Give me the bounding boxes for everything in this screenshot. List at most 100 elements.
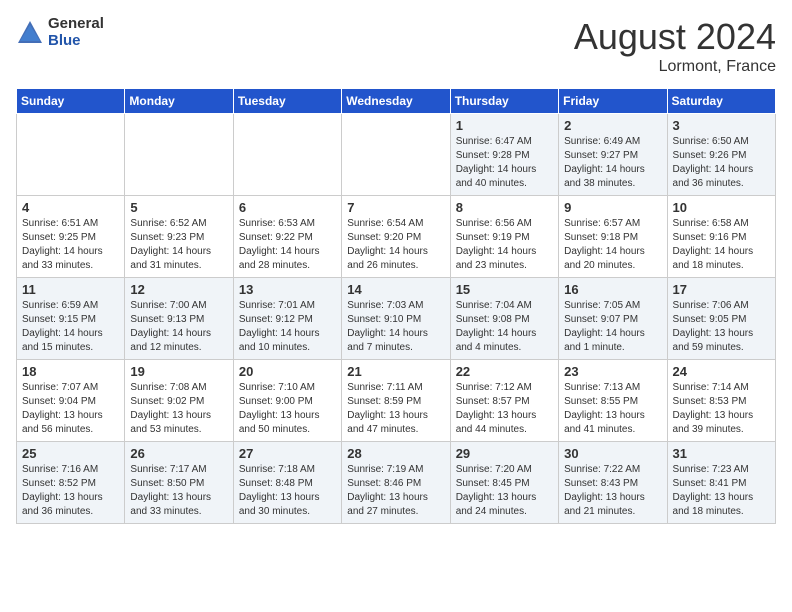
calendar-table: SundayMondayTuesdayWednesdayThursdayFrid… — [16, 88, 776, 524]
calendar-cell: 13 Sunrise: 7:01 AM Sunset: 9:12 PM Dayli… — [233, 278, 341, 360]
day-number: 7 — [347, 200, 444, 215]
day-number: 29 — [456, 446, 553, 461]
day-header-thursday: Thursday — [450, 89, 558, 114]
calendar-cell: 22Sunrise: 7:12 AM Sunset: 8:57 PM Dayli… — [450, 360, 558, 442]
day-number: 30 — [564, 446, 661, 461]
day-number: 2 — [564, 118, 661, 133]
calendar-cell: 4 Sunrise: 6:51 AM Sunset: 9:25 PM Daylig… — [17, 196, 125, 278]
day-info: Sunrise: 6:56 AM Sunset: 9:19 PM Dayligh… — [456, 217, 553, 273]
day-info: Sunrise: 6:57 AM Sunset: 9:18 PM Dayligh… — [564, 217, 661, 273]
day-info: Sunrise: 6:52 AM Sunset: 9:23 PM Dayligh… — [130, 217, 227, 273]
day-number: 9 — [564, 200, 661, 215]
calendar-cell: 31Sunrise: 7:23 AM Sunset: 8:41 PM Dayli… — [667, 442, 775, 524]
calendar-cell — [233, 114, 341, 196]
day-number: 19 — [130, 364, 227, 379]
day-number: 16 — [564, 282, 661, 297]
day-number: 4 — [22, 200, 119, 215]
week-row-5: 25 Sunrise: 7:16 AM Sunset: 8:52 PM Dayli… — [17, 442, 776, 524]
header-row: SundayMondayTuesdayWednesdayThursdayFrid… — [17, 89, 776, 114]
day-info: Sunrise: 7:16 AM Sunset: 8:52 PM Dayligh… — [22, 463, 119, 519]
day-number: 12 — [130, 282, 227, 297]
day-info: Sunrise: 7:01 AM Sunset: 9:12 PM Dayligh… — [239, 299, 336, 355]
day-number: 26 — [130, 446, 227, 461]
day-number: 1 — [456, 118, 553, 133]
calendar-cell: 7 Sunrise: 6:54 AM Sunset: 9:20 PM Daylig… — [342, 196, 450, 278]
day-number: 18 — [22, 364, 119, 379]
day-header-sunday: Sunday — [17, 89, 125, 114]
day-number: 13 — [239, 282, 336, 297]
day-number: 21 — [347, 364, 444, 379]
calendar-cell: 17 Sunrise: 7:06 AM Sunset: 9:05 PM Dayli… — [667, 278, 775, 360]
day-info: Sunrise: 7:04 AM Sunset: 9:08 PM Dayligh… — [456, 299, 553, 355]
calendar-cell: 25 Sunrise: 7:16 AM Sunset: 8:52 PM Dayli… — [17, 442, 125, 524]
calendar-cell: 16Sunrise: 7:05 AM Sunset: 9:07 PM Dayli… — [559, 278, 667, 360]
day-info: Sunrise: 7:07 AM Sunset: 9:04 PM Dayligh… — [22, 381, 119, 437]
day-info: Sunrise: 7:17 AM Sunset: 8:50 PM Dayligh… — [130, 463, 227, 519]
calendar-cell: 27Sunrise: 7:18 AM Sunset: 8:48 PM Dayli… — [233, 442, 341, 524]
calendar-cell: 21 Sunrise: 7:11 AM Sunset: 8:59 PM Dayli… — [342, 360, 450, 442]
day-info: Sunrise: 7:20 AM Sunset: 8:45 PM Dayligh… — [456, 463, 553, 519]
calendar-cell: 29 Sunrise: 7:20 AM Sunset: 8:45 PM Dayli… — [450, 442, 558, 524]
day-info: Sunrise: 6:47 AM Sunset: 9:28 PM Dayligh… — [456, 135, 553, 191]
calendar-cell: 5 Sunrise: 6:52 AM Sunset: 9:23 PM Daylig… — [125, 196, 233, 278]
calendar-cell: 9 Sunrise: 6:57 AM Sunset: 9:18 PM Daylig… — [559, 196, 667, 278]
day-info: Sunrise: 7:13 AM Sunset: 8:55 PM Dayligh… — [564, 381, 661, 437]
title-block: August 2024 Lormont, France — [574, 16, 776, 76]
logo-blue: Blue — [48, 33, 104, 50]
day-info: Sunrise: 7:11 AM Sunset: 8:59 PM Dayligh… — [347, 381, 444, 437]
calendar-cell — [17, 114, 125, 196]
week-row-3: 11Sunrise: 6:59 AM Sunset: 9:15 PM Dayli… — [17, 278, 776, 360]
logo: General Blue — [16, 16, 104, 49]
calendar-cell: 23 Sunrise: 7:13 AM Sunset: 8:55 PM Dayli… — [559, 360, 667, 442]
calendar-cell: 28Sunrise: 7:19 AM Sunset: 8:46 PM Dayli… — [342, 442, 450, 524]
day-number: 10 — [673, 200, 770, 215]
calendar-cell: 2Sunrise: 6:49 AM Sunset: 9:27 PM Daylig… — [559, 114, 667, 196]
calendar-cell: 1 Sunrise: 6:47 AM Sunset: 9:28 PM Daylig… — [450, 114, 558, 196]
day-info: Sunrise: 6:54 AM Sunset: 9:20 PM Dayligh… — [347, 217, 444, 273]
calendar-cell — [125, 114, 233, 196]
calendar-cell: 3 Sunrise: 6:50 AM Sunset: 9:26 PM Daylig… — [667, 114, 775, 196]
day-info: Sunrise: 6:53 AM Sunset: 9:22 PM Dayligh… — [239, 217, 336, 273]
day-number: 14 — [347, 282, 444, 297]
day-number: 24 — [673, 364, 770, 379]
day-info: Sunrise: 7:10 AM Sunset: 9:00 PM Dayligh… — [239, 381, 336, 437]
week-row-1: 1 Sunrise: 6:47 AM Sunset: 9:28 PM Daylig… — [17, 114, 776, 196]
day-number: 5 — [130, 200, 227, 215]
day-info: Sunrise: 7:03 AM Sunset: 9:10 PM Dayligh… — [347, 299, 444, 355]
day-header-tuesday: Tuesday — [233, 89, 341, 114]
day-header-friday: Friday — [559, 89, 667, 114]
calendar-cell: 18 Sunrise: 7:07 AM Sunset: 9:04 PM Dayli… — [17, 360, 125, 442]
day-number: 17 — [673, 282, 770, 297]
day-number: 20 — [239, 364, 336, 379]
day-info: Sunrise: 7:12 AM Sunset: 8:57 PM Dayligh… — [456, 381, 553, 437]
day-number: 6 — [239, 200, 336, 215]
calendar-cell: 12Sunrise: 7:00 AM Sunset: 9:13 PM Dayli… — [125, 278, 233, 360]
day-number: 25 — [22, 446, 119, 461]
day-header-monday: Monday — [125, 89, 233, 114]
calendar-cell: 10 Sunrise: 6:58 AM Sunset: 9:16 PM Dayli… — [667, 196, 775, 278]
day-info: Sunrise: 6:51 AM Sunset: 9:25 PM Dayligh… — [22, 217, 119, 273]
page-header: General Blue August 2024 Lormont, France — [16, 16, 776, 76]
day-number: 3 — [673, 118, 770, 133]
calendar-cell: 30 Sunrise: 7:22 AM Sunset: 8:43 PM Dayli… — [559, 442, 667, 524]
day-number: 28 — [347, 446, 444, 461]
logo-general: General — [48, 16, 104, 33]
calendar-cell: 19 Sunrise: 7:08 AM Sunset: 9:02 PM Dayli… — [125, 360, 233, 442]
location: Lormont, France — [574, 58, 776, 76]
calendar-cell: 20 Sunrise: 7:10 AM Sunset: 9:00 PM Dayli… — [233, 360, 341, 442]
day-info: Sunrise: 6:50 AM Sunset: 9:26 PM Dayligh… — [673, 135, 770, 191]
day-number: 23 — [564, 364, 661, 379]
week-row-2: 4 Sunrise: 6:51 AM Sunset: 9:25 PM Daylig… — [17, 196, 776, 278]
week-row-4: 18 Sunrise: 7:07 AM Sunset: 9:04 PM Dayli… — [17, 360, 776, 442]
day-number: 11 — [22, 282, 119, 297]
day-info: Sunrise: 7:22 AM Sunset: 8:43 PM Dayligh… — [564, 463, 661, 519]
logo-icon — [16, 19, 44, 47]
day-info: Sunrise: 7:08 AM Sunset: 9:02 PM Dayligh… — [130, 381, 227, 437]
logo-text: General Blue — [48, 16, 104, 49]
day-info: Sunrise: 6:58 AM Sunset: 9:16 PM Dayligh… — [673, 217, 770, 273]
day-number: 27 — [239, 446, 336, 461]
day-info: Sunrise: 7:06 AM Sunset: 9:05 PM Dayligh… — [673, 299, 770, 355]
calendar-cell: 6 Sunrise: 6:53 AM Sunset: 9:22 PM Daylig… — [233, 196, 341, 278]
calendar-cell: 15Sunrise: 7:04 AM Sunset: 9:08 PM Dayli… — [450, 278, 558, 360]
calendar-cell: 11Sunrise: 6:59 AM Sunset: 9:15 PM Dayli… — [17, 278, 125, 360]
